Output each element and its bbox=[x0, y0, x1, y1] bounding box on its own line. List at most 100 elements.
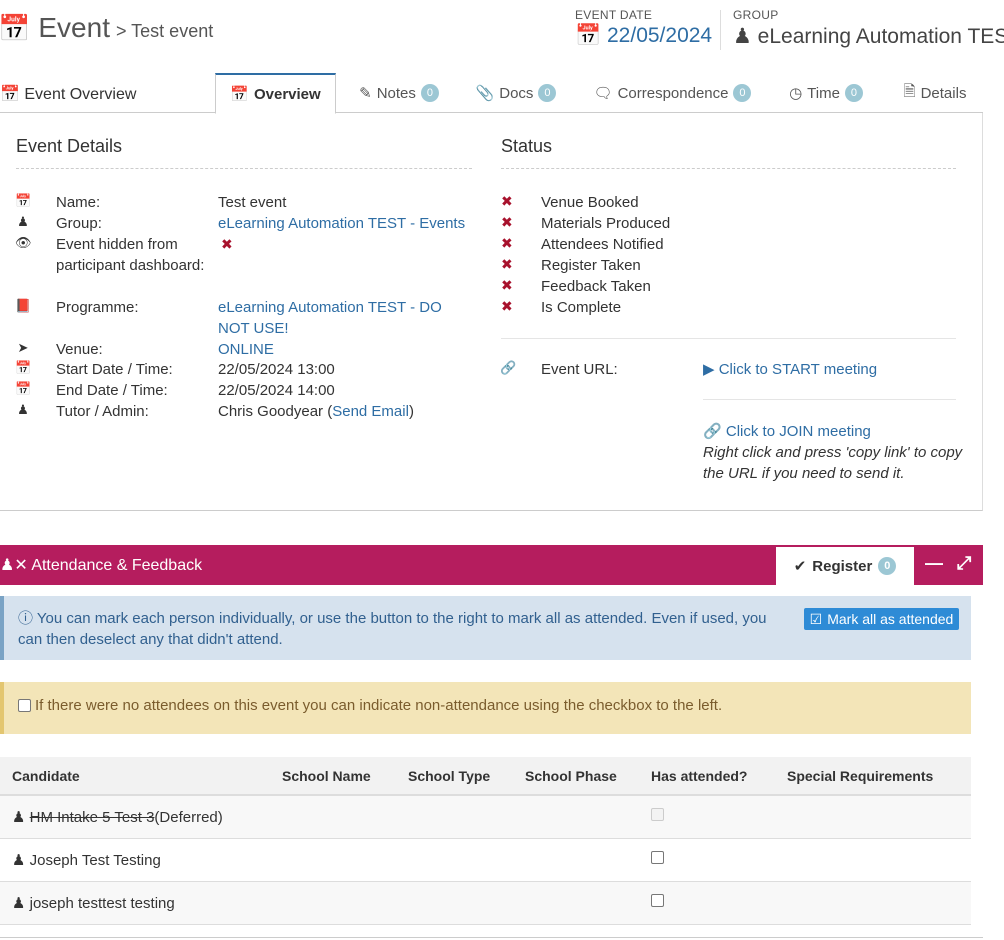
check-square-icon: ☑ bbox=[809, 610, 823, 627]
event-url-label: Event URL: bbox=[541, 361, 618, 378]
detail-label-group: Group: bbox=[56, 215, 102, 232]
book-icon: 📕 bbox=[15, 298, 32, 313]
detail-value-start: 22/05/2024 13:00 bbox=[218, 361, 335, 378]
event-date-block: EVENT DATE 📅 22/05/2024 bbox=[575, 8, 712, 48]
venue-link[interactable]: ONLINE bbox=[218, 339, 274, 360]
tab-register[interactable]: ✔ Register 0 bbox=[776, 547, 914, 585]
attended-checkbox[interactable] bbox=[651, 851, 664, 864]
no-attendees-checkbox[interactable] bbox=[18, 699, 31, 712]
detail-label-end: End Date / Time: bbox=[56, 382, 168, 399]
status-register-taken: Register Taken bbox=[541, 257, 641, 274]
candidate-cell: ♟ HM Intake 5 Test 3(Deferred) bbox=[0, 795, 270, 839]
tab-docs[interactable]: 📎 Docs 0 bbox=[466, 73, 566, 113]
calendar-icon: 📅 bbox=[0, 13, 31, 43]
tab-overview[interactable]: 📅 Overview bbox=[215, 73, 336, 114]
tab-details[interactable]: 🗎 Details bbox=[890, 73, 980, 113]
mark-all-attended-button[interactable]: ☑ Mark all as attended bbox=[804, 608, 959, 630]
col-school-name: School Name bbox=[270, 757, 396, 796]
hidden-status-icon: ✖ bbox=[221, 236, 233, 252]
table-row: ♟ HM Intake 5 Test 3(Deferred) bbox=[0, 795, 971, 839]
detail-value-tutor: Chris Goodyear (Send Email) bbox=[218, 403, 414, 420]
attendance-title: ♟✕ Attendance & Feedback bbox=[0, 557, 203, 574]
tabs-title: 📅 Event Overview bbox=[0, 86, 137, 103]
event-date-value: 📅 22/05/2024 bbox=[575, 24, 713, 47]
no-attendees-row: If there were no attendees on this event… bbox=[18, 697, 722, 714]
calendar-icon: 📅 bbox=[575, 24, 602, 47]
check-circle-icon: ✔ bbox=[793, 558, 807, 575]
join-meeting-link[interactable]: 🔗 Click to JOIN meeting bbox=[703, 421, 871, 442]
start-meeting-link[interactable]: ▶ Click to START meeting bbox=[703, 359, 877, 380]
event-details-heading: Event Details bbox=[16, 136, 123, 156]
header-divider bbox=[720, 10, 721, 50]
info-alert-text: ⓘ You can mark each person individually,… bbox=[18, 610, 767, 648]
group-block: GROUP ♟ eLearning Automation TES bbox=[733, 8, 1004, 49]
clock-icon: ◷ bbox=[789, 85, 803, 102]
calendar-icon: 📅 bbox=[230, 86, 249, 103]
col-school-type: School Type bbox=[396, 757, 513, 796]
col-school-phase: School Phase bbox=[513, 757, 639, 796]
calendar-icon: 📅 bbox=[15, 381, 32, 396]
divider bbox=[501, 338, 956, 339]
user-icon: ♟ bbox=[17, 214, 29, 229]
status-cross-icon: ✖ bbox=[501, 214, 513, 230]
group-link[interactable]: eLearning Automation TEST - Events bbox=[218, 213, 465, 234]
send-email-link[interactable]: Send Email bbox=[332, 403, 409, 420]
collapse-icon[interactable]: — bbox=[925, 553, 943, 574]
register-count-badge: 0 bbox=[878, 557, 897, 575]
divider bbox=[501, 168, 956, 169]
table-header-row: Candidate School Name School Type School… bbox=[0, 757, 971, 796]
attendance-table: Candidate School Name School Type School… bbox=[0, 757, 971, 925]
tab-time[interactable]: ◷ Time 0 bbox=[778, 73, 874, 113]
pencil-icon: ✎ bbox=[359, 85, 372, 102]
page-title-text: Event bbox=[38, 12, 110, 43]
event-date-label: EVENT DATE bbox=[575, 8, 653, 22]
detail-label-programme: Programme: bbox=[56, 299, 139, 316]
candidate-cell: ♟ joseph testtest testing bbox=[0, 881, 270, 925]
time-count-badge: 0 bbox=[844, 84, 863, 102]
user-icon: ♟ bbox=[733, 25, 752, 48]
notes-count-badge: 0 bbox=[420, 84, 439, 102]
candidate-status: (Deferred) bbox=[154, 808, 223, 826]
candidate-name: HM Intake 5 Test 3 bbox=[29, 808, 155, 826]
attended-checkbox[interactable] bbox=[651, 894, 664, 907]
status-venue-booked: Venue Booked bbox=[541, 194, 639, 211]
comments-icon: 🗨 bbox=[593, 85, 613, 102]
table-row: ♟ joseph testtest testing bbox=[0, 881, 971, 925]
user-icon: ♟ bbox=[17, 402, 29, 417]
detail-value-name: Test event bbox=[218, 194, 287, 211]
detail-label-venue: Venue: bbox=[56, 341, 103, 358]
tab-correspondence[interactable]: 🗨 Correspondence 0 bbox=[580, 73, 765, 113]
info-circle-icon: ⓘ bbox=[18, 610, 34, 627]
col-special-requirements: Special Requirements bbox=[775, 757, 971, 796]
page-subtitle: > Test event bbox=[115, 21, 214, 41]
status-feedback-taken: Feedback Taken bbox=[541, 278, 651, 295]
col-candidate: Candidate bbox=[0, 757, 270, 796]
paperclip-icon: 📎 bbox=[475, 85, 495, 102]
detail-label-tutor: Tutor / Admin: bbox=[56, 403, 149, 420]
page-title: 📅 Event > Test event bbox=[0, 12, 213, 44]
correspondence-count-badge: 0 bbox=[733, 84, 752, 102]
table-row: ♟ Joseph Test Testing bbox=[0, 838, 971, 882]
group-value: ♟ eLearning Automation TES bbox=[733, 25, 1004, 48]
status-heading: Status bbox=[501, 136, 553, 156]
user-icon: ♟ bbox=[12, 808, 26, 826]
divider bbox=[0, 937, 983, 938]
status-cross-icon: ✖ bbox=[501, 256, 513, 272]
detail-label-name: Name: bbox=[56, 194, 101, 211]
divider bbox=[16, 168, 472, 169]
expand-icon[interactable]: ⤢ bbox=[957, 553, 971, 574]
candidate-name: Joseph Test Testing bbox=[29, 851, 161, 869]
programme-link[interactable]: eLearning Automation TEST - DO NOT USE! bbox=[218, 297, 468, 339]
group-label: GROUP bbox=[733, 8, 779, 22]
candidate-cell: ♟ Joseph Test Testing bbox=[0, 838, 270, 882]
user-icon: ♟ bbox=[12, 851, 26, 869]
col-has-attended: Has attended? bbox=[639, 757, 775, 796]
status-materials-produced: Materials Produced bbox=[541, 215, 671, 232]
detail-label-hidden: Event hidden from participant dashboard: bbox=[56, 236, 205, 274]
docs-count-badge: 0 bbox=[538, 84, 557, 102]
attended-checkbox bbox=[651, 808, 664, 822]
tab-notes[interactable]: ✎ Notes 0 bbox=[340, 73, 458, 113]
status-is-complete: Is Complete bbox=[541, 299, 622, 316]
join-meeting-note: Right click and press 'copy link' to cop… bbox=[703, 444, 963, 482]
link-icon: 🔗 bbox=[500, 360, 517, 375]
